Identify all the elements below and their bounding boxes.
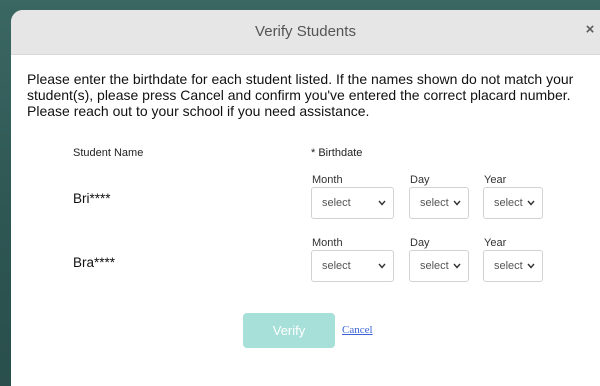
chevron-down-icon: [527, 263, 535, 269]
day-label: Day: [410, 174, 430, 186]
cancel-link[interactable]: Cancel: [342, 324, 373, 336]
dialog-header: Verify Students ×: [11, 10, 600, 55]
day-label: Day: [410, 237, 430, 249]
close-icon[interactable]: ×: [583, 22, 597, 38]
dialog-title: Verify Students: [255, 23, 356, 40]
month-label: Month: [312, 237, 343, 249]
month-select[interactable]: select: [311, 250, 394, 282]
month-label: Month: [312, 174, 343, 186]
verify-students-dialog: Verify Students × Please enter the birth…: [11, 10, 600, 386]
chevron-down-icon: [527, 200, 535, 206]
year-select-value: select: [494, 197, 523, 209]
month-select[interactable]: select: [311, 187, 394, 219]
student-name: Bri****: [73, 191, 111, 206]
year-select[interactable]: select: [483, 250, 543, 282]
year-label: Year: [484, 237, 507, 249]
year-select-value: select: [494, 260, 523, 272]
instructions-text: Please enter the birthdate for each stud…: [27, 71, 574, 119]
day-select-value: select: [420, 260, 449, 272]
student-name-header: Student Name: [73, 147, 144, 159]
student-name: Bra****: [73, 255, 116, 270]
day-select[interactable]: select: [409, 187, 469, 219]
year-label: Year: [484, 174, 507, 186]
chevron-down-icon: [378, 200, 386, 206]
birthdate-header: * Birthdate: [311, 147, 363, 159]
chevron-down-icon: [378, 263, 386, 269]
day-select[interactable]: select: [409, 250, 469, 282]
month-select-value: select: [322, 260, 351, 272]
chevron-down-icon: [453, 263, 461, 269]
chevron-down-icon: [453, 200, 461, 206]
day-select-value: select: [420, 197, 449, 209]
month-select-value: select: [322, 197, 351, 209]
verify-button[interactable]: Verify: [243, 313, 335, 348]
year-select[interactable]: select: [483, 187, 543, 219]
